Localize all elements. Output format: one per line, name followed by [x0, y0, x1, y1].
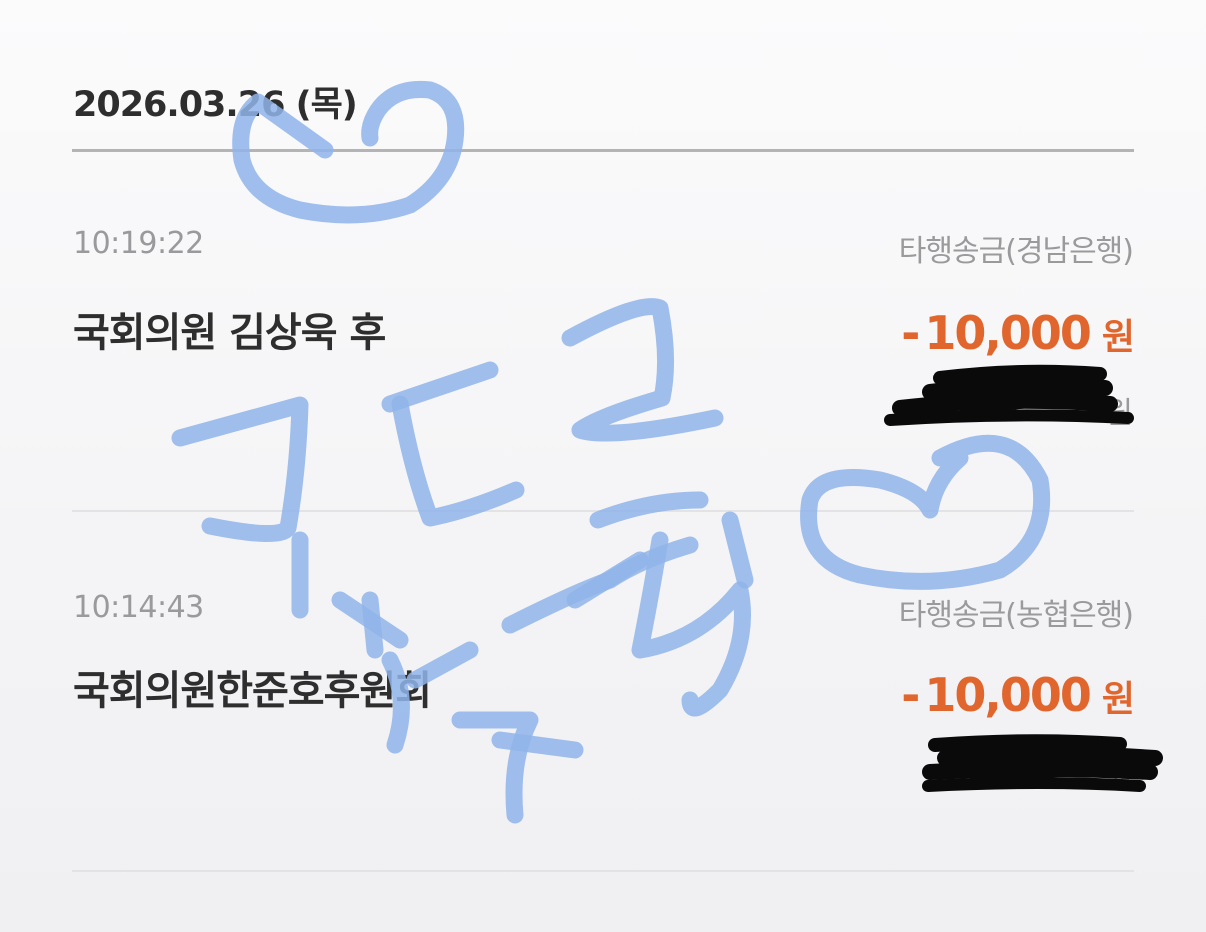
- handwritten-overlay: [171, 80, 1051, 824]
- transaction-history-page: 2026.03.26 (목) 10:19:22 타행송금(경남은행) 국회의원 …: [0, 0, 1206, 932]
